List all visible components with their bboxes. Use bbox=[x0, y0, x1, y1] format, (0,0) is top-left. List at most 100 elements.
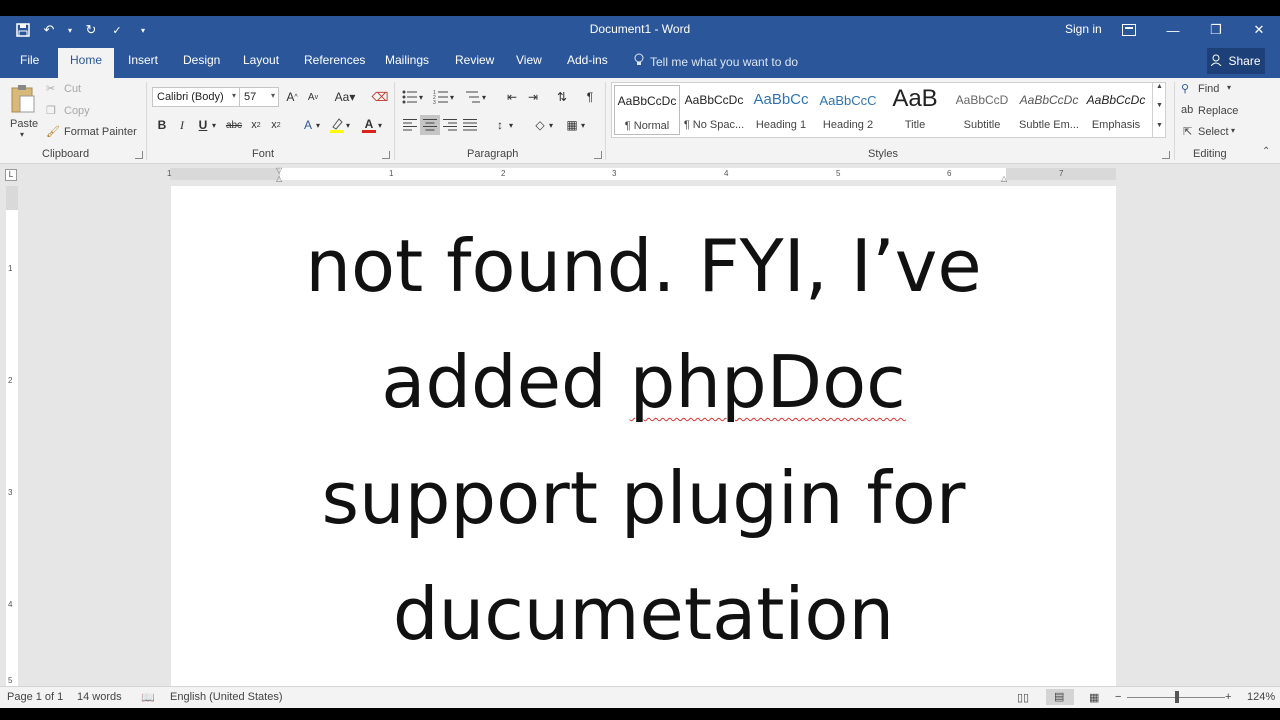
print-layout-icon[interactable]: ▤ bbox=[1046, 689, 1074, 705]
align-left-icon[interactable] bbox=[400, 115, 420, 135]
show-formatting-marks-icon[interactable]: ¶ bbox=[580, 87, 600, 107]
increase-indent-icon[interactable]: ⇥ bbox=[523, 87, 543, 107]
proofing-icon[interactable]: 📖 bbox=[141, 691, 155, 704]
paragraph-group-label: Paragraph bbox=[467, 148, 519, 160]
web-layout-icon[interactable]: ▦ bbox=[1089, 691, 1099, 704]
highlight-dropdown-icon[interactable]: ▾ bbox=[343, 115, 353, 135]
style-title[interactable]: AaB Title bbox=[882, 85, 948, 135]
styles-launcher-icon[interactable] bbox=[1162, 151, 1170, 159]
style-no-spacing[interactable]: AaBbCcDc ¶ No Spac... bbox=[681, 85, 747, 135]
copy-button[interactable]: ❐ Copy bbox=[46, 104, 106, 120]
tab-insert[interactable]: Insert bbox=[128, 53, 158, 67]
magnifier-icon: ⚲ bbox=[1181, 83, 1190, 95]
format-painter-button[interactable]: 🖌 Format Painter bbox=[46, 125, 141, 141]
zoom-out-icon[interactable]: − bbox=[1115, 691, 1121, 703]
restore-icon[interactable]: ❐ bbox=[1196, 16, 1236, 44]
ruler-label: 1 bbox=[167, 169, 172, 178]
superscript-icon[interactable]: x2 bbox=[266, 115, 286, 135]
paste-dropdown-icon: ▾ bbox=[20, 130, 25, 139]
tab-review[interactable]: Review bbox=[455, 53, 494, 67]
find-button[interactable]: ⚲ Find ▾ bbox=[1181, 82, 1241, 98]
numbering-dropdown-icon[interactable]: ▾ bbox=[447, 87, 457, 107]
bullets-dropdown-icon[interactable]: ▾ bbox=[416, 87, 426, 107]
italic-icon[interactable]: I bbox=[172, 115, 192, 135]
select-button[interactable]: ⇱ Select ▾ bbox=[1181, 125, 1251, 141]
tab-references[interactable]: References bbox=[304, 53, 365, 67]
status-bar: Page 1 of 1 14 words 📖 English (United S… bbox=[0, 686, 1280, 708]
multilevel-dropdown-icon[interactable]: ▾ bbox=[479, 87, 489, 107]
styles-scrollbar[interactable]: ▲ ▼ ▼ bbox=[1152, 82, 1166, 138]
zoom-level[interactable]: 124% bbox=[1247, 691, 1275, 703]
subscript-icon[interactable]: x2 bbox=[246, 115, 266, 135]
style-heading-2[interactable]: AaBbCcC Heading 2 bbox=[815, 85, 881, 135]
tell-me-text: Tell me what you want to do bbox=[650, 54, 799, 69]
right-indent-marker[interactable]: △ bbox=[1001, 174, 1007, 183]
shading-dropdown-icon[interactable]: ▾ bbox=[546, 115, 556, 135]
cut-button[interactable]: ✂ Cut bbox=[46, 82, 106, 98]
chevron-down-icon[interactable]: ▼ bbox=[1156, 102, 1163, 109]
replace-button[interactable]: ab Replace bbox=[1181, 104, 1251, 120]
style-subtle-emphasis[interactable]: AaBbCcDc Subtle Em... bbox=[1016, 85, 1082, 135]
style-subtitle[interactable]: AaBbCcD Subtitle bbox=[949, 85, 1015, 135]
underline-dropdown-icon[interactable]: ▾ bbox=[209, 115, 219, 135]
borders-dropdown-icon[interactable]: ▾ bbox=[578, 115, 588, 135]
tell-me-search[interactable]: Tell me what you want to do bbox=[634, 53, 798, 70]
zoom-slider-thumb[interactable] bbox=[1175, 691, 1179, 703]
font-name-field[interactable]: Calibri (Body) ▾ bbox=[152, 87, 240, 107]
clipboard-launcher-icon[interactable] bbox=[135, 151, 143, 159]
tab-design[interactable]: Design bbox=[183, 53, 220, 67]
strikethrough-icon[interactable]: abc bbox=[224, 115, 244, 135]
document-page[interactable]: not found. FYI, I’ve added phpDoc suppor… bbox=[171, 186, 1116, 686]
ruler-left-margin bbox=[170, 168, 280, 180]
word-count[interactable]: 14 words bbox=[77, 691, 122, 703]
text-effects-dropdown-icon[interactable]: ▾ bbox=[313, 115, 323, 135]
vertical-ruler[interactable]: 1 2 3 4 5 bbox=[6, 186, 18, 686]
tab-layout[interactable]: Layout bbox=[243, 53, 279, 67]
sort-icon[interactable]: ⇅ bbox=[552, 87, 572, 107]
style-name: Heading 2 bbox=[822, 119, 874, 131]
more-styles-icon[interactable]: ▼ bbox=[1156, 122, 1163, 129]
grow-font-icon[interactable]: A ^ bbox=[282, 87, 302, 107]
align-center-icon[interactable] bbox=[420, 115, 440, 135]
font-color-dropdown-icon[interactable]: ▾ bbox=[375, 115, 385, 135]
tab-view[interactable]: View bbox=[516, 53, 542, 67]
bottom-black-bar bbox=[0, 708, 1280, 720]
style-normal[interactable]: AaBbCcDc ¶ Normal bbox=[614, 85, 680, 135]
read-mode-icon[interactable]: ▯▯ bbox=[1017, 691, 1029, 704]
tab-selector-icon[interactable]: L bbox=[5, 169, 17, 181]
ribbon-tabs: File Home Insert Design Layout Reference… bbox=[0, 44, 1280, 78]
decrease-indent-icon[interactable]: ⇤ bbox=[502, 87, 522, 107]
tab-home[interactable]: Home bbox=[58, 48, 115, 78]
justify-icon[interactable] bbox=[460, 115, 480, 135]
share-button[interactable]: Share bbox=[1207, 48, 1265, 74]
style-emphasis[interactable]: AaBbCcDc Emphasis bbox=[1083, 85, 1149, 135]
bold-icon[interactable]: B bbox=[152, 115, 172, 135]
document-text: added bbox=[381, 340, 630, 424]
close-icon[interactable]: ✕ bbox=[1239, 16, 1279, 44]
paragraph-launcher-icon[interactable] bbox=[594, 151, 602, 159]
language-indicator[interactable]: English (United States) bbox=[170, 691, 283, 703]
zoom-in-icon[interactable]: + bbox=[1225, 691, 1231, 703]
horizontal-ruler[interactable]: 1 1 2 3 4 5 6 7 ▽ △ △ bbox=[167, 166, 1116, 183]
align-right-icon[interactable] bbox=[440, 115, 460, 135]
page-count[interactable]: Page 1 of 1 bbox=[7, 691, 63, 703]
sign-in-link[interactable]: Sign in bbox=[1065, 22, 1102, 36]
font-launcher-icon[interactable] bbox=[382, 151, 390, 159]
minimize-icon[interactable]: — bbox=[1153, 16, 1193, 44]
paste-button[interactable]: Paste ▾ bbox=[6, 82, 40, 142]
misspelled-word[interactable]: phpDoc bbox=[630, 340, 906, 424]
collapse-ribbon-icon[interactable]: ⌃ bbox=[1262, 146, 1270, 157]
tab-mailings[interactable]: Mailings bbox=[385, 53, 429, 67]
ribbon-display-options-icon[interactable] bbox=[1109, 16, 1149, 44]
shrink-font-icon[interactable]: Av bbox=[303, 87, 323, 107]
line-spacing-dropdown-icon[interactable]: ▾ bbox=[506, 115, 516, 135]
tab-add-ins[interactable]: Add-ins bbox=[567, 53, 608, 67]
clear-formatting-icon[interactable]: ⌫ bbox=[370, 87, 390, 107]
document-body[interactable]: not found. FYI, I’ve added phpDoc suppor… bbox=[171, 208, 1116, 672]
font-size-field[interactable]: 57 ▾ bbox=[239, 87, 279, 107]
change-case-icon[interactable]: Aa▾ bbox=[332, 87, 358, 107]
style-heading-1[interactable]: AaBbCc Heading 1 bbox=[748, 85, 814, 135]
tab-file[interactable]: File bbox=[20, 53, 39, 67]
chevron-up-icon[interactable]: ▲ bbox=[1156, 83, 1163, 90]
hanging-indent-marker[interactable]: △ bbox=[276, 174, 282, 183]
